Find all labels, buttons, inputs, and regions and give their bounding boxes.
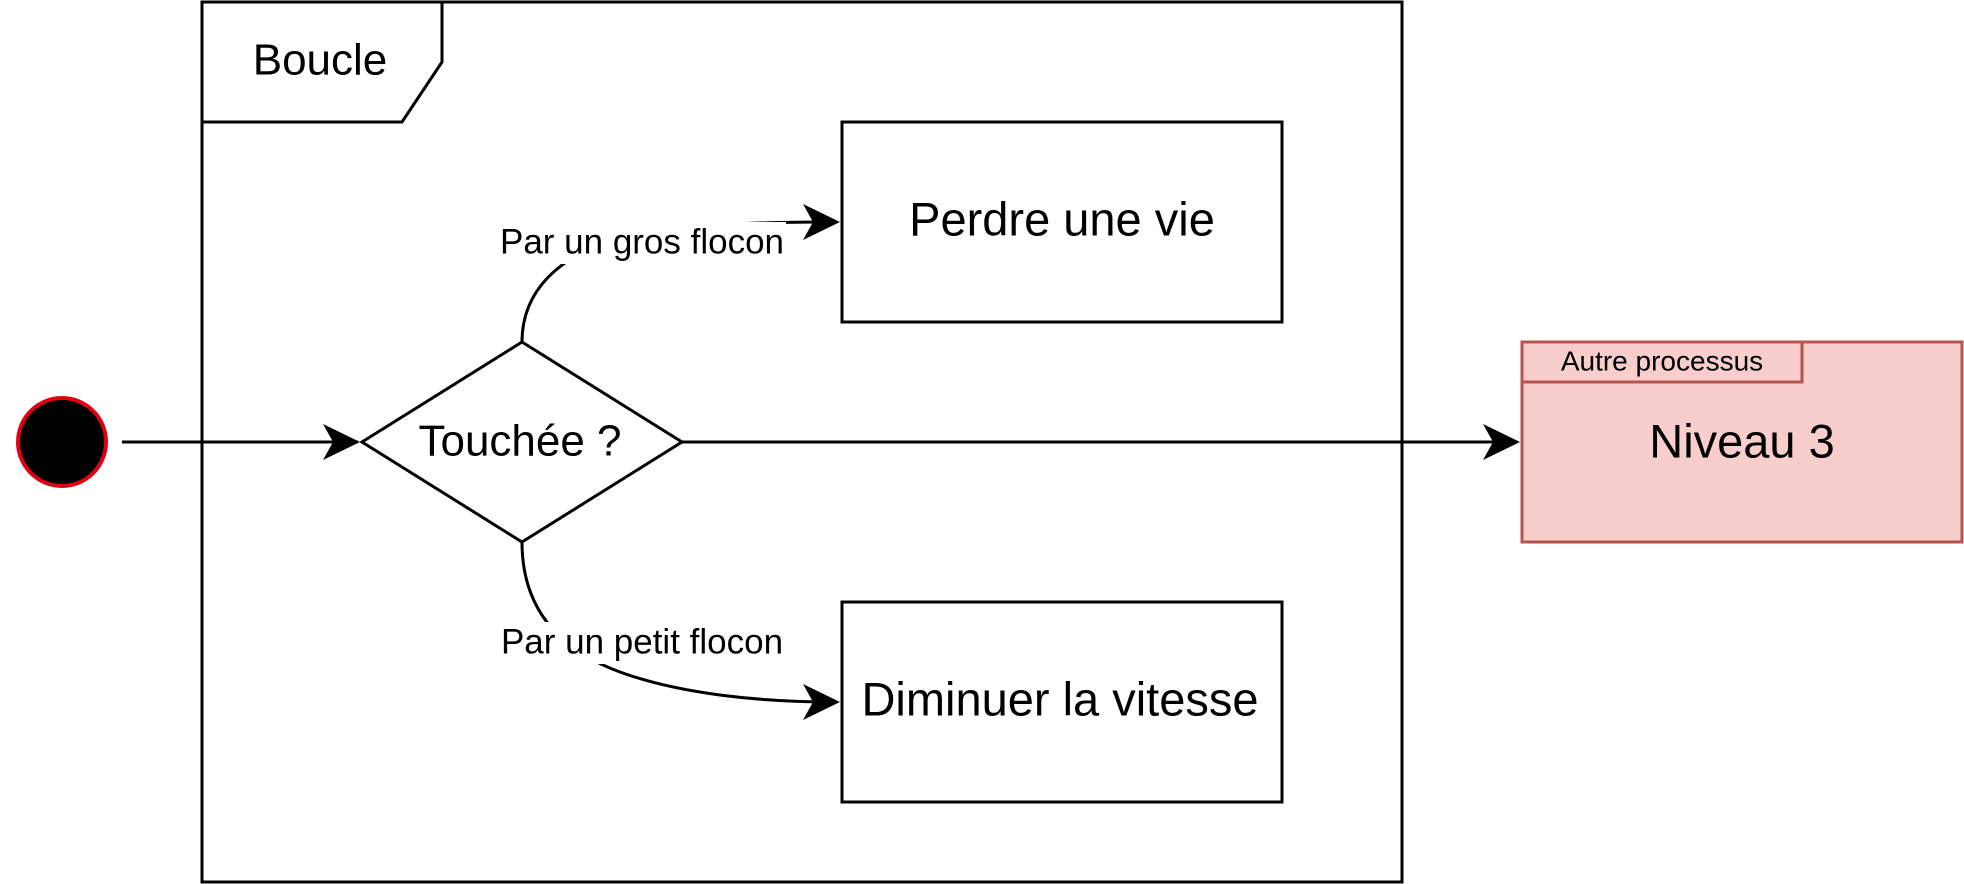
- next-process-tab-label: Autre processus: [1561, 345, 1763, 376]
- action-lose-life: Perdre une vie: [840, 120, 1284, 324]
- loop-frame-title: Boucle: [253, 36, 388, 85]
- decision-label: Touchée ?: [418, 417, 621, 466]
- action-reduce-speed: Diminuer la vitesse: [840, 600, 1284, 804]
- decision-node: Touchée ?: [359, 340, 685, 544]
- next-process-label: Niveau 3: [1649, 414, 1835, 467]
- edge-label-small-flake: Par un petit flocon: [501, 622, 783, 661]
- next-process-node: Autre processus Niveau 3: [1520, 340, 1964, 544]
- activity-diagram: Boucle Par un gros flocon Par un petit f…: [16, 0, 1964, 884]
- edge-label-big-flake: Par un gros flocon: [500, 222, 784, 261]
- initial-node: [16, 396, 108, 488]
- action-lose-life-label: Perdre une vie: [909, 192, 1215, 245]
- edges: [122, 204, 1520, 720]
- action-reduce-speed-label: Diminuer la vitesse: [861, 672, 1258, 725]
